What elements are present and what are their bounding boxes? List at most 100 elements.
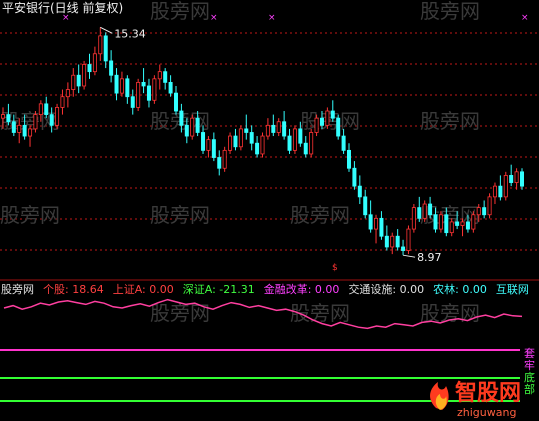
candle-body: [330, 110, 335, 119]
signal-marker: $: [332, 263, 338, 273]
candle-body: [520, 171, 525, 187]
candle-body: [233, 135, 238, 148]
candle-body: [136, 81, 141, 108]
candle-body: [352, 167, 357, 187]
candle-body: [60, 96, 65, 108]
candle-body: [130, 96, 135, 108]
legend-item: 互联网: [496, 283, 529, 296]
candle-body: [260, 135, 265, 155]
signal-marker: ×: [268, 13, 276, 23]
candle-body: [374, 217, 379, 230]
candle-body: [103, 35, 108, 62]
candle-body: [336, 117, 341, 137]
candle-body: [319, 117, 324, 126]
side-label: 部: [524, 382, 535, 396]
candle-body: [163, 71, 168, 83]
candle-body: [28, 128, 33, 137]
candle-body: [476, 207, 481, 216]
candle-body: [298, 128, 303, 144]
candle-body: [55, 107, 60, 126]
candle-body: [444, 214, 449, 234]
candle-body: [422, 203, 427, 219]
candle-body: [168, 81, 173, 94]
watermark-text: 股旁网: [420, 109, 480, 133]
side-label: 底: [524, 370, 535, 384]
signal-marker: ×: [521, 13, 529, 23]
candle-body: [87, 64, 92, 73]
candle-body: [390, 235, 395, 248]
candle-body: [406, 228, 411, 251]
candle-body: [363, 196, 368, 216]
candle-body: [201, 132, 206, 151]
candle-body: [465, 221, 470, 230]
candle-body: [152, 78, 157, 101]
candle-body: [190, 117, 195, 137]
candle-body: [114, 74, 119, 94]
candle-body: [482, 207, 487, 216]
candle-body: [33, 114, 38, 130]
candle-body: [401, 246, 406, 251]
candle-body: [287, 135, 292, 151]
candle-body: [179, 110, 184, 126]
candle-body: [271, 124, 276, 133]
candle-body: [76, 74, 81, 87]
candle-body: [503, 175, 508, 198]
watermark-text: 股旁网: [150, 0, 210, 23]
candle-body: [449, 221, 454, 234]
watermark-text: 股旁网: [0, 203, 60, 227]
candle-body: [38, 103, 43, 115]
watermark-text: 股旁网: [420, 0, 480, 23]
candle-body: [455, 221, 460, 226]
candle-body: [492, 185, 497, 198]
candle-body: [222, 149, 227, 169]
candle-body: [438, 214, 443, 230]
candle-body: [303, 142, 308, 155]
low-label: 8.97: [417, 251, 442, 264]
legend-item: 股旁网: [1, 282, 34, 296]
legend-item: 金融改革: 0.00: [264, 282, 340, 296]
legend-item: 上证A: 0.00: [113, 283, 174, 296]
high-label: 15.34: [114, 27, 146, 40]
candle-body: [314, 117, 319, 133]
candle-body: [276, 121, 281, 133]
candle-body: [509, 175, 514, 183]
candle-body: [384, 235, 389, 248]
candle-body: [471, 214, 476, 230]
legend-item: 交通设施: 0.00: [348, 282, 424, 296]
candle-body: [460, 221, 465, 226]
brand-name: 智股网: [455, 380, 521, 406]
candle-body: [6, 114, 11, 123]
candle-body: [244, 128, 249, 133]
candle-body: [173, 92, 178, 112]
candle-body: [282, 121, 287, 137]
candle-body: [514, 171, 519, 183]
candle-body: [417, 207, 422, 219]
candle-body: [498, 185, 503, 198]
candle-body: [411, 207, 416, 230]
candle-body: [49, 114, 54, 126]
candle-body: [325, 110, 330, 126]
candle-body: [368, 214, 373, 230]
candle-body: [433, 214, 438, 230]
legend-item: 农林: 0.00: [433, 282, 487, 296]
candle-body: [228, 135, 233, 151]
candle-body: [428, 203, 433, 216]
candle-body: [346, 149, 351, 169]
candle-body: [217, 157, 222, 169]
candle-body: [309, 132, 314, 155]
candle-body: [195, 117, 200, 133]
candle-body: [44, 103, 49, 115]
chart-title: 平安银行(日线 前复权): [2, 0, 123, 15]
candle-body: [292, 128, 297, 151]
candle-body: [22, 124, 27, 137]
legend-item: 个股: 18.64: [43, 283, 104, 296]
candle-body: [238, 128, 243, 148]
watermark-text: 股旁网: [300, 109, 360, 133]
indicator-legend: 股旁网 个股: 18.64 上证A: 0.00 深证A: -21.31 金融改革: 0.…: [1, 282, 529, 296]
signal-marker: ×: [210, 13, 218, 23]
candle-body: [211, 139, 216, 158]
candle-body: [255, 142, 260, 155]
candle-body: [357, 185, 362, 198]
candle-body: [119, 78, 124, 94]
chart-canvas: 股旁网股旁网股旁网股旁网股旁网股旁网股旁网股旁网股旁网股旁网股旁网股旁网股旁网 …: [0, 0, 539, 421]
